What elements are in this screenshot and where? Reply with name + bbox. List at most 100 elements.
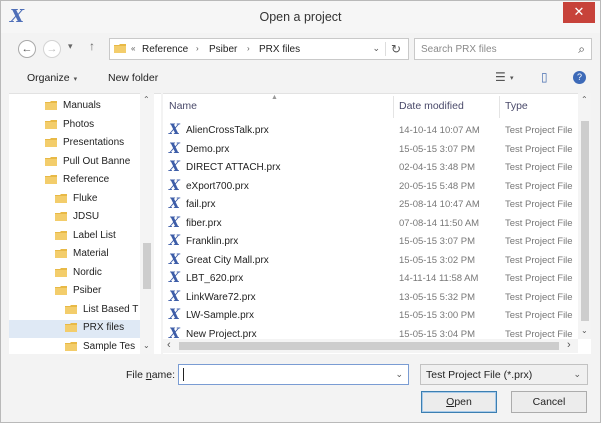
cancel-button[interactable]: Cancel	[511, 391, 587, 413]
up-arrow-icon[interactable]: ↑	[89, 39, 95, 53]
navigation-pane[interactable]: Manuals Photos Presentations Pull Out Banne…	[9, 93, 161, 354]
scroll-left-arrow-icon[interactable]: ‹	[167, 339, 171, 351]
column-divider[interactable]	[393, 96, 394, 118]
refresh-icon[interactable]: ↻	[391, 42, 401, 56]
nav-tree-item[interactable]: List Based T	[9, 302, 140, 320]
file-name-input[interactable]: ⌄	[178, 364, 409, 385]
file-row[interactable]: XeXport700.prx 20-05-15 5:48 PM Test Proje…	[163, 178, 579, 196]
file-list[interactable]: ▲ Name Date modified Type X AlienCrossTal…	[163, 93, 591, 354]
nav-tree-item-label: Psiber	[73, 285, 102, 296]
file-type: Test Project File	[505, 310, 573, 321]
view-options-chevron-icon[interactable]: ▾	[510, 74, 514, 82]
file-type-select[interactable]: Test Project File (*.prx) ⌄	[420, 364, 588, 385]
file-date-modified: 25-08-14 10:47 AM	[399, 199, 480, 210]
folder-icon	[55, 230, 67, 240]
prx-file-icon: X	[169, 214, 180, 231]
nav-tree-item-label: PRX files	[83, 322, 125, 333]
file-row[interactable]: X DIRECT ATTACH.prx 02-04-15 3:48 PM Test P…	[163, 159, 579, 177]
nav-tree-item[interactable]: Pull Out Banne	[9, 154, 140, 172]
file-row[interactable]: Xfail.prx 25-08-14 10:47 AM Test Project F…	[163, 196, 579, 214]
text-cursor	[183, 368, 184, 381]
nav-tree-item[interactable]: Psiber	[9, 283, 140, 301]
file-list-horizontal-scrollbar[interactable]: ‹ ›	[163, 339, 578, 353]
help-icon[interactable]: ?	[573, 71, 586, 84]
file-type: Test Project File	[505, 162, 573, 173]
breadcrumb-separator-chevron-icon: ›	[247, 44, 250, 53]
scroll-right-arrow-icon[interactable]: ›	[567, 339, 571, 351]
file-row[interactable]: X LBT_620.prx 14-11-14 11:58 AM Test Projec…	[163, 270, 579, 288]
nav-tree-item[interactable]: Fluke	[9, 191, 140, 209]
recent-locations-chevron-icon[interactable]: ▾	[68, 41, 73, 52]
file-type: Test Project File	[505, 254, 573, 266]
file-type: Test Project File	[505, 273, 573, 284]
nav-tree-item-label: Nordic	[73, 266, 102, 278]
breadcrumb-reference[interactable]: Reference	[142, 44, 188, 55]
address-dropdown-chevron-icon[interactable]: ⌄	[372, 43, 380, 54]
file-row[interactable]: X Demo.prx 15-05-15 3:07 PM Test Project Fi…	[163, 141, 579, 159]
nav-tree-item-label: Label List	[73, 229, 116, 241]
file-date-modified: 07-08-14 11:50 AM	[399, 217, 480, 229]
title-bar[interactable]: X Open a project ✕	[1, 1, 600, 33]
scroll-down-arrow-icon[interactable]: ⌄	[143, 341, 150, 350]
folder-icon	[55, 193, 67, 203]
file-name: LW-Sample.prx	[186, 310, 254, 321]
scroll-down-arrow-icon[interactable]: ⌄	[581, 326, 588, 335]
breadcrumb-overflow[interactable]: «	[131, 44, 135, 53]
nav-tree-item[interactable]: Nordic	[9, 265, 140, 283]
column-header-type[interactable]: Type	[505, 100, 528, 112]
address-bar[interactable]: « Reference › Psiber › PRX files ⌄ ↻	[109, 38, 409, 60]
file-row[interactable]: X LinkWare72.prx 13-05-15 5:32 PM Test Proj…	[163, 289, 579, 307]
new-folder-button[interactable]: New folder	[108, 72, 158, 84]
open-button[interactable]: Open	[421, 391, 497, 413]
prx-file-icon: X	[169, 159, 180, 175]
search-box[interactable]: Search PRX files ⌕	[414, 38, 592, 60]
folder-icon	[45, 175, 57, 184]
breadcrumb-prx-files[interactable]: PRX files	[259, 44, 300, 55]
file-row[interactable]: Xfiber.prx 07-08-14 11:50 AM Test Project …	[163, 215, 579, 233]
scroll-up-arrow-icon[interactable]: ⌃	[581, 95, 588, 104]
file-type: Test Project File	[505, 236, 573, 247]
column-divider[interactable]	[499, 96, 500, 118]
search-icon[interactable]: ⌕	[578, 42, 585, 57]
nav-tree-item[interactable]: PRX files	[9, 320, 140, 338]
nav-tree-item-label: JDSU	[73, 211, 100, 222]
column-header-name[interactable]: Name	[169, 100, 197, 112]
navigation-scrollbar[interactable]: ⌃ ⌄	[140, 93, 154, 354]
nav-tree-item[interactable]: Manuals	[9, 98, 140, 116]
nav-tree-item[interactable]: Presentations	[9, 135, 140, 153]
nav-tree-item-label: Photos	[63, 118, 95, 130]
nav-tree-item[interactable]: Reference	[9, 172, 140, 190]
file-date-modified: 15-05-15 3:00 PM	[399, 310, 476, 321]
forward-arrow-icon[interactable]: →	[43, 40, 61, 58]
file-type-chevron-icon: ⌄	[573, 369, 581, 379]
nav-tree-item[interactable]: JDSU	[9, 209, 140, 227]
file-name: LinkWare72.prx	[186, 291, 256, 303]
breadcrumb-psiber[interactable]: Psiber	[209, 44, 237, 55]
scrollbar-thumb[interactable]	[581, 121, 589, 321]
scrollbar-thumb[interactable]	[179, 342, 559, 350]
close-button[interactable]: ✕	[563, 2, 595, 23]
breadcrumb-separator-chevron-icon: ›	[196, 44, 199, 53]
back-arrow-icon[interactable]: ←	[18, 40, 36, 58]
file-list-vertical-scrollbar[interactable]: ⌃ ⌄	[578, 93, 591, 339]
prx-file-icon: X	[169, 140, 180, 157]
nav-tree-item[interactable]: Sample Tes	[9, 339, 140, 355]
scrollbar-thumb[interactable]	[143, 243, 151, 289]
organize-menu[interactable]: Organize ▾	[27, 72, 77, 84]
preview-pane-icon[interactable]: ▯	[541, 70, 548, 84]
file-row[interactable]: X Franklin.prx 15-05-15 3:07 PM Test Projec…	[163, 233, 579, 251]
file-row[interactable]: X LW-Sample.prx 15-05-15 3:00 PM Test Proje…	[163, 307, 579, 325]
file-row[interactable]: X AlienCrossTalk.prx 14-10-14 10:07 AM Test…	[163, 122, 579, 140]
column-header-date-modified[interactable]: Date modified	[399, 100, 464, 112]
nav-tree-item[interactable]: Photos	[9, 117, 140, 135]
change-view-icon[interactable]: ☰	[495, 70, 506, 84]
file-name: Demo.prx	[186, 143, 230, 155]
nav-tree-item[interactable]: Label List	[9, 228, 140, 246]
file-date-modified: 15-05-15 3:07 PM	[399, 236, 476, 247]
scroll-up-arrow-icon[interactable]: ⌃	[143, 95, 150, 104]
nav-tree-item[interactable]: Material	[9, 246, 140, 264]
file-row[interactable]: X Great City Mall.prx 15-05-15 3:02 PM Test…	[163, 252, 579, 270]
file-name: eXport700.prx	[186, 180, 249, 192]
file-type: Test Project File	[505, 217, 573, 229]
file-name-dropdown-chevron-icon[interactable]: ⌄	[395, 369, 403, 380]
